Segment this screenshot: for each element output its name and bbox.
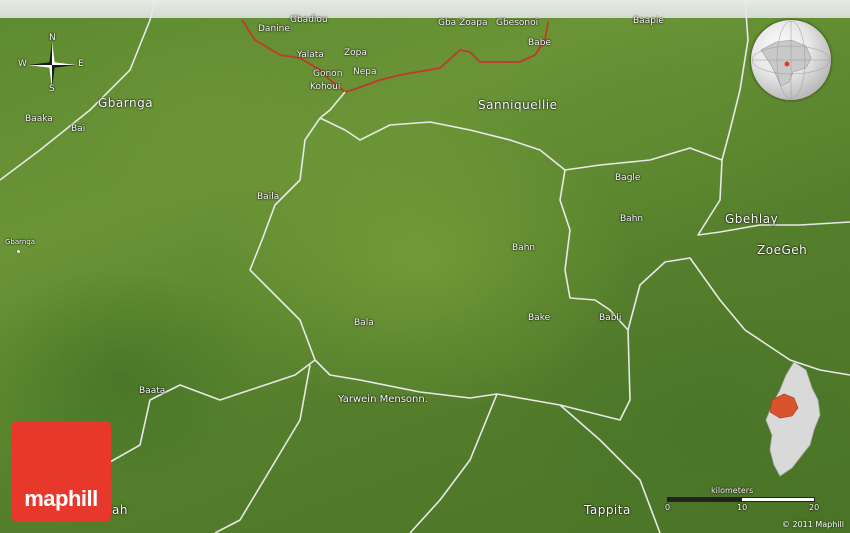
place-label: Baila [257, 192, 280, 202]
place-label: Gbesonoi [496, 18, 539, 28]
place-label: Babli [599, 313, 622, 323]
boundary-line [721, 0, 749, 161]
place-label: Baata [139, 386, 166, 396]
region-label: Sanniquellie [478, 98, 558, 112]
satellite-map[interactable]: N S W E Danine Gbadiou Gba Zoapa Gbesono… [0, 0, 850, 533]
place-label: Gbarnga [5, 238, 36, 246]
compass-n: N [49, 33, 56, 43]
compass-rose: N S W E [18, 33, 86, 94]
place-label: Babe [528, 38, 551, 48]
region-label: Gbehlay [725, 212, 779, 226]
place-label: Baaka [25, 114, 53, 124]
place-label: Kohoui [310, 82, 341, 92]
region-label: Gbarnga [98, 96, 154, 110]
region-label: Tappita [584, 503, 631, 517]
place-label: Zopa [344, 48, 367, 58]
place-label: Yalata [297, 50, 324, 60]
place-label: Bagle [615, 173, 641, 183]
scale-tick: 0 [665, 503, 671, 512]
compass-w: W [18, 59, 27, 69]
region-label: ZoeGeh [757, 243, 808, 257]
place-label: Bahn [620, 214, 644, 224]
scale-tick: 20 [809, 503, 820, 512]
logo-text: maphill [24, 486, 98, 511]
place-label: Yarwein Mensonn. [338, 394, 428, 405]
place-label: Nepa [353, 67, 377, 77]
place-label: Gonon [313, 69, 343, 79]
scale-tick: 10 [737, 503, 748, 512]
maphill-logo[interactable]: maphill [11, 421, 111, 522]
boundary-line [249, 117, 631, 421]
globe-locator-icon [751, 20, 831, 100]
boundary-line [627, 257, 850, 376]
place-label: Danine [258, 24, 290, 34]
place-label: Baapie [633, 16, 664, 26]
boundary-line [214, 364, 311, 533]
boundary-line [564, 147, 850, 236]
region-label: ah [112, 503, 128, 517]
copyright-text: © 2011 Maphill [781, 520, 844, 529]
place-label: Bahn [512, 243, 536, 253]
scale-title: kilometers [711, 486, 754, 495]
scale-bar: kilometers 0 10 20 [665, 486, 845, 516]
compass-s: S [49, 84, 55, 94]
place-label: Gbadiou [290, 15, 328, 25]
map-lines [0, 0, 850, 533]
place-label: Gba Zoapa [438, 18, 488, 28]
region-locator-inset [762, 360, 822, 480]
boundary-line [409, 393, 498, 533]
place-label: Bala [354, 318, 374, 328]
compass-e: E [78, 59, 84, 69]
place-label: Bake [528, 313, 551, 323]
town-dot [17, 250, 20, 253]
place-label: Bai [71, 124, 86, 134]
